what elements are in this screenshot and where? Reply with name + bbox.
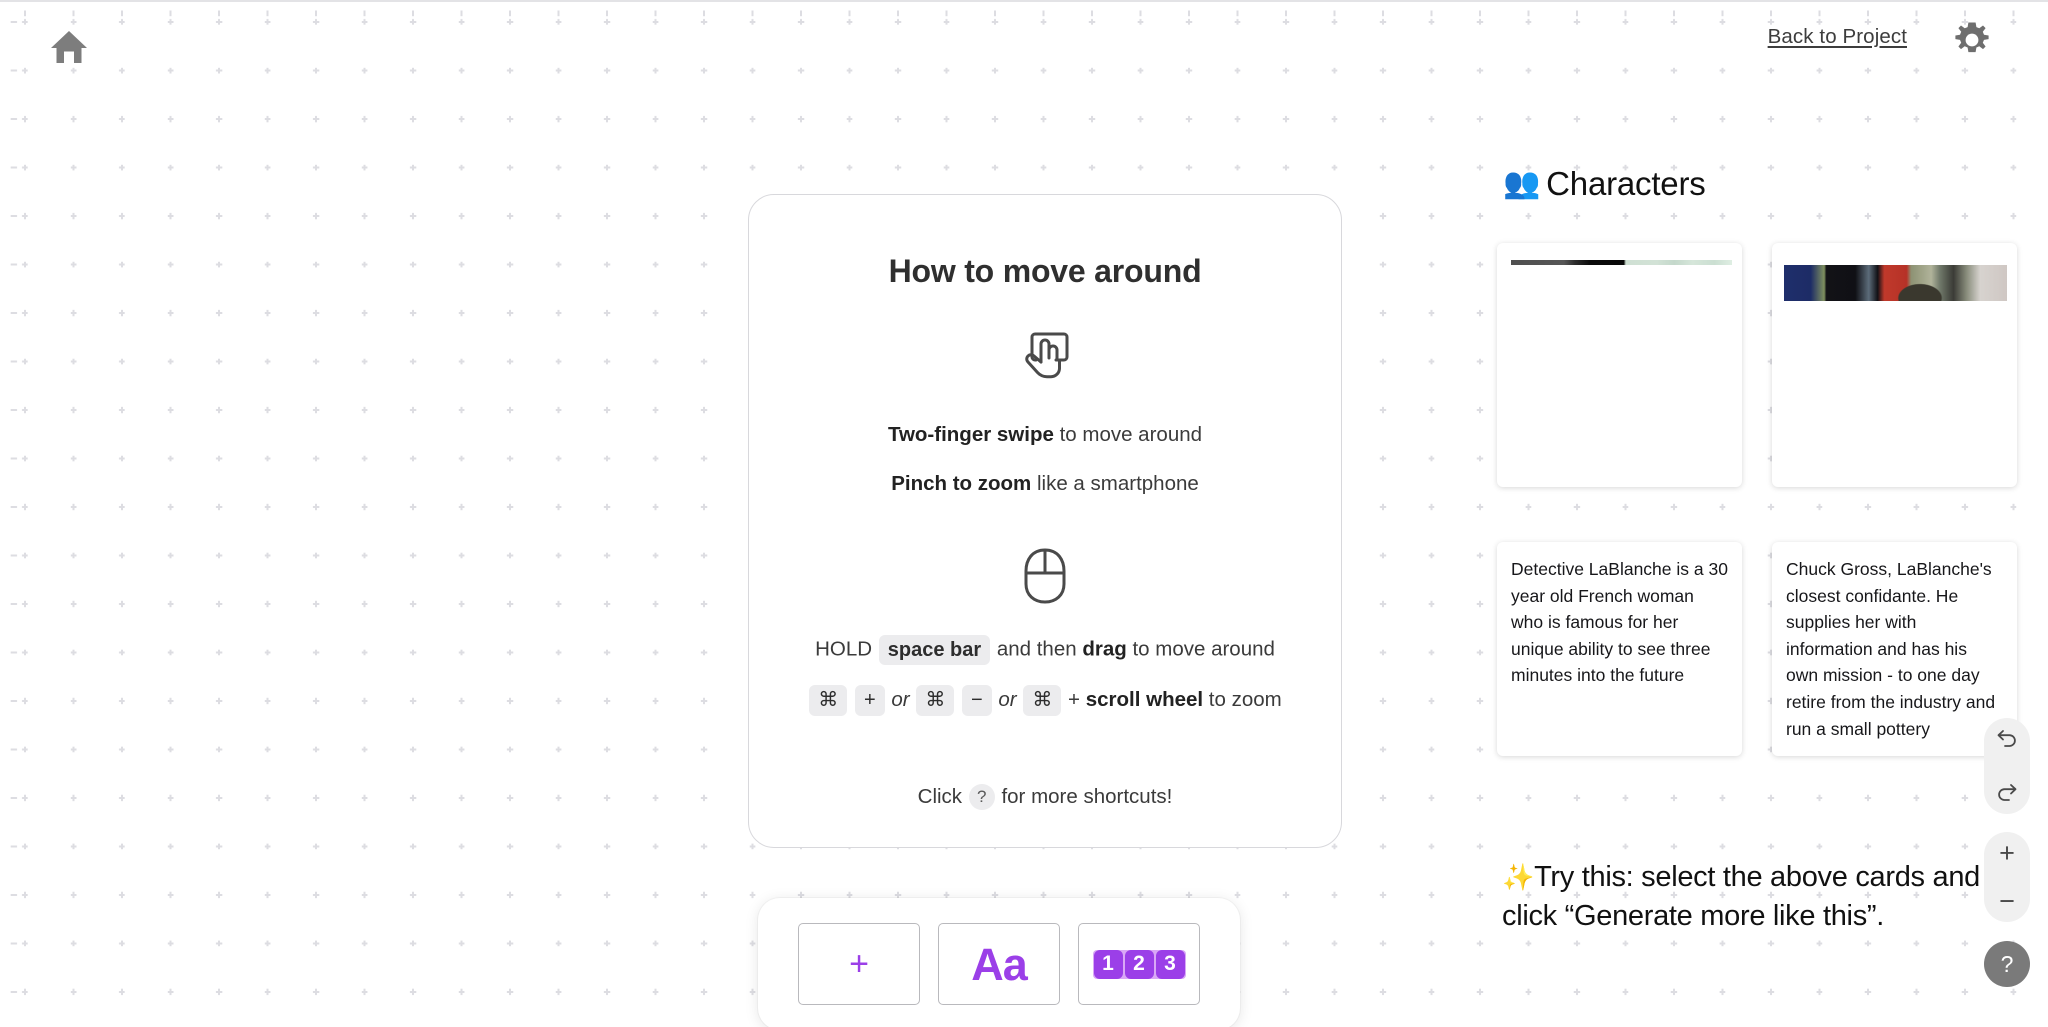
undo-button[interactable] xyxy=(1984,719,2030,759)
character-card-lablanche[interactable]: Detective LaBlanche is a 30 year old Fre… xyxy=(1497,542,1742,756)
insert-list-card-button[interactable]: 1 2 3 xyxy=(1078,923,1200,1005)
cmd-key-3: ⌘ xyxy=(1023,685,1062,717)
hold-prefix-text: HOLD xyxy=(815,637,878,661)
settings-button[interactable] xyxy=(1950,20,1994,64)
top-divider xyxy=(0,0,2048,2)
or-text-1: or xyxy=(891,688,910,712)
howto-title: How to move around xyxy=(888,253,1202,289)
character-image-card-2[interactable] xyxy=(1772,243,2017,487)
shortcuts-suffix-text: for more shortcuts! xyxy=(995,785,1173,809)
list-badge-3: 3 xyxy=(1155,949,1185,979)
try-this-hint: ✨Try this: select the above cards and cl… xyxy=(1502,858,2032,935)
question-mark-icon: ? xyxy=(2000,950,2014,977)
redo-arrow-icon xyxy=(1996,780,2018,807)
hold-suffix-text: to move around xyxy=(1126,637,1275,661)
shortcuts-prefix-text: Click xyxy=(917,785,968,809)
zoom-in-button[interactable]: + xyxy=(1984,833,2030,873)
hold-middle-text: and then xyxy=(991,637,1083,661)
minus-key: − xyxy=(962,685,992,717)
redo-button[interactable] xyxy=(1984,773,2030,813)
text-card-icon: Aa xyxy=(971,938,1028,990)
swipe-bold-text: Two-finger swipe xyxy=(887,423,1054,446)
zoom-suffix-text: to zoom xyxy=(1203,688,1282,712)
insert-toolbar: + Aa 1 2 3 xyxy=(758,898,1240,1027)
cmd-key-2: ⌘ xyxy=(916,685,955,717)
character-description-text: Chuck Gross, LaBlanche's closest confida… xyxy=(1786,559,1996,739)
back-to-project-link[interactable]: Back to Project xyxy=(1768,25,1907,49)
undo-arrow-icon xyxy=(1996,726,2018,753)
plus-key: + xyxy=(854,685,885,717)
characters-section-heading: 👥 Characters xyxy=(1503,165,1706,203)
pinch-rest-text: like a smartphone xyxy=(1031,471,1199,495)
howto-line-hold: HOLD space bar and then drag to move aro… xyxy=(789,635,1301,666)
minus-icon: − xyxy=(1999,885,2015,916)
character-card-chuck-gross[interactable]: Chuck Gross, LaBlanche's closest confida… xyxy=(1772,542,2017,756)
pinch-bold-text: Pinch to zoom xyxy=(891,471,1032,495)
howto-line-zoom: ⌘ + or ⌘ − or ⌘ + scroll wheel to zoom xyxy=(789,685,1301,717)
question-mark-key[interactable]: ? xyxy=(968,784,995,811)
partial-image-overlay xyxy=(1784,265,2007,301)
sparkles-emoji-icon: ✨ xyxy=(1502,862,1535,892)
insert-text-card-button[interactable]: Aa xyxy=(938,923,1060,1005)
gear-icon xyxy=(1952,20,1992,65)
plus-separator-text: + xyxy=(1068,688,1081,712)
plus-icon: + xyxy=(1999,837,2015,868)
howto-line-shortcuts: Click ? for more shortcuts! xyxy=(789,784,1301,811)
character-image-card-1[interactable] xyxy=(1497,243,1742,487)
zoom-out-button[interactable]: − xyxy=(1984,881,2030,921)
help-button[interactable]: ? xyxy=(1984,941,2030,987)
scroll-wheel-bold-text: scroll wheel xyxy=(1085,688,1204,712)
list-badge-2: 2 xyxy=(1124,949,1154,979)
mouse-icon xyxy=(789,547,1301,605)
howto-line-swipe: Two-finger swipe to move around xyxy=(789,422,1301,449)
zoom-controls: + − xyxy=(1984,832,2030,922)
undo-redo-controls xyxy=(1984,718,2030,814)
cmd-key-1: ⌘ xyxy=(809,685,848,717)
drag-bold-text: drag xyxy=(1082,637,1127,661)
how-to-move-around-card: How to move around Two-finger swipe to m… xyxy=(748,194,1342,848)
people-emoji-icon: 👥 xyxy=(1503,167,1541,200)
home-icon xyxy=(49,28,89,66)
list-card-icon: 1 2 3 xyxy=(1092,949,1186,979)
or-text-2: or xyxy=(998,688,1017,712)
two-finger-swipe-icon xyxy=(789,328,1301,390)
swipe-rest-text: to move around xyxy=(1053,423,1203,446)
home-button[interactable] xyxy=(46,24,92,70)
insert-add-card-button[interactable]: + xyxy=(798,923,920,1005)
character-description-text: Detective LaBlanche is a 30 year old Fre… xyxy=(1511,559,1728,686)
space-bar-key: space bar xyxy=(878,635,991,666)
characters-heading-label: Characters xyxy=(1546,165,1706,202)
howto-line-pinch: Pinch to zoom like a smartphone xyxy=(789,471,1301,498)
try-this-text: Try this: select the above cards and cli… xyxy=(1502,861,1980,932)
list-badge-1: 1 xyxy=(1093,949,1123,979)
plus-icon: + xyxy=(849,945,869,983)
partial-image-strip xyxy=(1511,260,1732,265)
